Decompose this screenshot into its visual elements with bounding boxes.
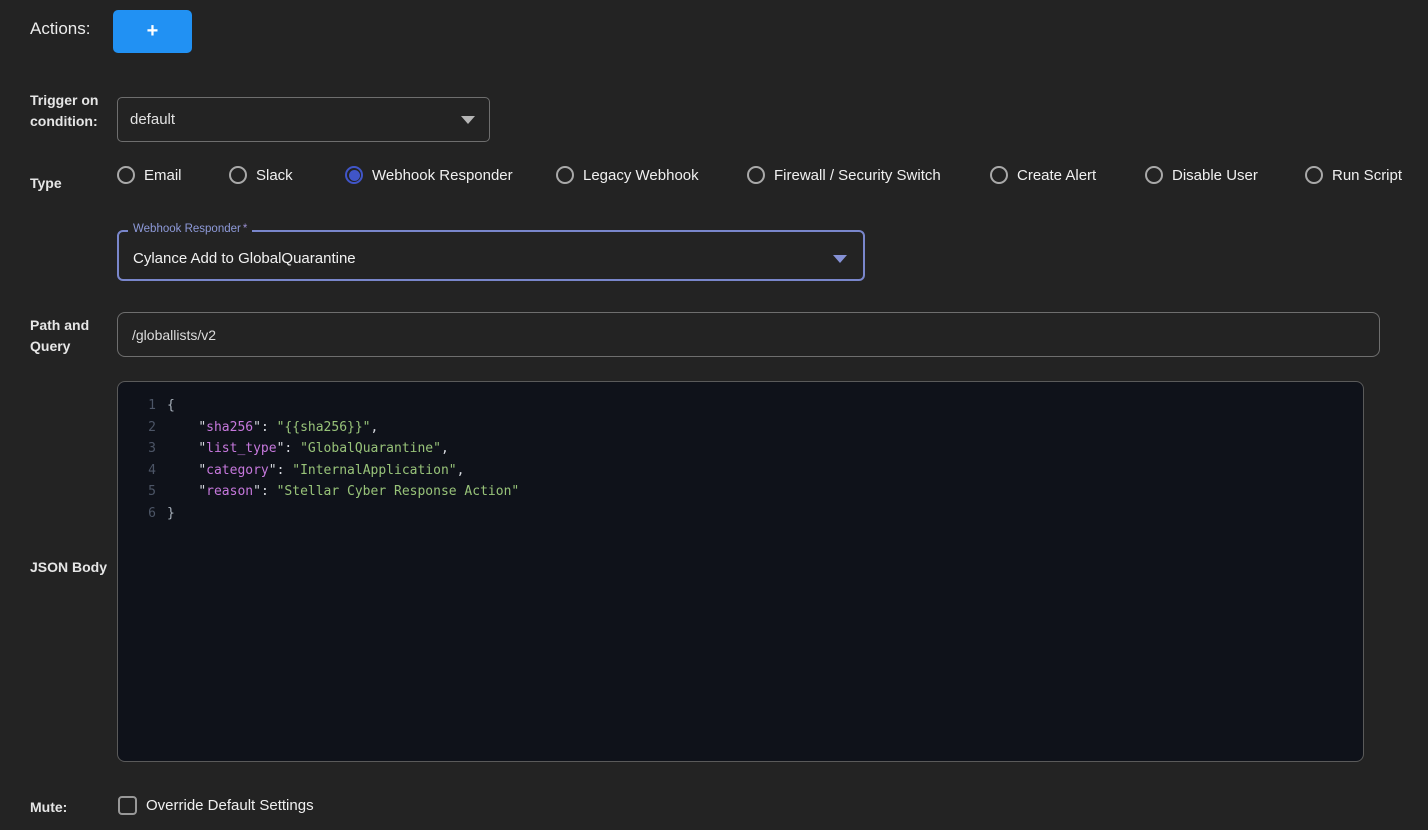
override-default-settings-label[interactable]: Override Default Settings bbox=[146, 797, 314, 814]
code-lines: 1{2 "sha256": "{{sha256}}",3 "list_type"… bbox=[118, 395, 1363, 525]
radio-slack[interactable]: Slack bbox=[229, 166, 293, 184]
radio-icon bbox=[990, 166, 1008, 184]
code-line: 3 "list_type": "GlobalQuarantine", bbox=[118, 438, 1363, 460]
add-action-button[interactable]: + bbox=[113, 10, 192, 53]
radio-email[interactable]: Email bbox=[117, 166, 182, 184]
radio-icon bbox=[747, 166, 765, 184]
webhook-responder-float-label: Webhook Responder* bbox=[128, 223, 252, 235]
radio-icon bbox=[556, 166, 574, 184]
trigger-condition-value: default bbox=[130, 111, 175, 128]
webhook-responder-select[interactable]: Webhook Responder* Cylance Add to Global… bbox=[117, 230, 865, 281]
code-line: 1{ bbox=[118, 395, 1363, 417]
radio-icon bbox=[1145, 166, 1163, 184]
override-default-settings-checkbox[interactable] bbox=[118, 796, 137, 815]
trigger-condition-select[interactable]: default bbox=[117, 97, 490, 142]
plus-icon: + bbox=[147, 20, 159, 43]
path-and-query-label: Path and Query bbox=[30, 315, 112, 357]
radio-icon bbox=[1305, 166, 1323, 184]
json-body-label: JSON Body bbox=[30, 557, 112, 578]
radio-disable-user[interactable]: Disable User bbox=[1145, 166, 1258, 184]
radio-legacy-webhook[interactable]: Legacy Webhook bbox=[556, 166, 699, 184]
action-type-radio-group: Email Slack Webhook Responder Legacy Web… bbox=[117, 166, 1428, 196]
trigger-condition-label: Trigger on condition: bbox=[30, 90, 112, 132]
path-and-query-value: /globallists/v2 bbox=[132, 327, 216, 343]
code-line: 6} bbox=[118, 503, 1363, 525]
path-and-query-input[interactable]: /globallists/v2 bbox=[117, 312, 1380, 357]
type-label: Type bbox=[30, 173, 112, 194]
radio-icon bbox=[345, 166, 363, 184]
radio-icon bbox=[117, 166, 135, 184]
radio-firewall-security-switch[interactable]: Firewall / Security Switch bbox=[747, 166, 941, 184]
webhook-responder-value: Cylance Add to GlobalQuarantine bbox=[133, 250, 356, 267]
mute-label: Mute: bbox=[30, 797, 112, 818]
radio-run-script[interactable]: Run Script bbox=[1305, 166, 1402, 184]
radio-icon bbox=[229, 166, 247, 184]
json-body-editor[interactable]: 1{2 "sha256": "{{sha256}}",3 "list_type"… bbox=[117, 381, 1364, 762]
actions-label: Actions: bbox=[30, 19, 90, 39]
code-line: 2 "sha256": "{{sha256}}", bbox=[118, 417, 1363, 439]
action-config-panel: Actions: + Trigger on condition: default… bbox=[0, 0, 1428, 830]
chevron-down-icon bbox=[461, 116, 475, 124]
radio-webhook-responder[interactable]: Webhook Responder bbox=[345, 166, 513, 184]
code-line: 5 "reason": "Stellar Cyber Response Acti… bbox=[118, 481, 1363, 503]
chevron-down-icon bbox=[833, 255, 847, 263]
required-asterisk: * bbox=[243, 223, 247, 235]
radio-create-alert[interactable]: Create Alert bbox=[990, 166, 1096, 184]
code-line: 4 "category": "InternalApplication", bbox=[118, 460, 1363, 482]
